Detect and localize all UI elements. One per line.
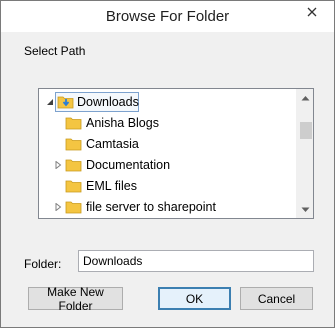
window-title: Browse For Folder <box>105 8 230 25</box>
tree-item-label: Documentation <box>86 158 171 172</box>
folder-icon <box>65 180 82 193</box>
folder-icon <box>65 138 82 151</box>
tree-item-label: Downloads <box>77 95 139 109</box>
select-path-label: Select Path <box>24 44 86 58</box>
close-button[interactable] <box>294 2 330 22</box>
tree-item-label: Anisha Blogs <box>86 116 159 130</box>
scroll-up-button[interactable] <box>297 89 313 106</box>
browse-folder-dialog: Browse For Folder Select Path Downloads <box>0 0 335 328</box>
folder-name-input[interactable] <box>78 250 314 272</box>
scroll-thumb[interactable] <box>300 122 312 139</box>
ok-button[interactable]: OK <box>158 287 231 310</box>
folder-icon <box>65 201 82 214</box>
folder-icon <box>65 159 82 172</box>
folder-icon <box>65 117 82 130</box>
chevron-up-icon <box>301 95 310 100</box>
tree-item-label: file server to sharepoint <box>86 200 216 214</box>
collapsed-arrow-icon[interactable] <box>53 160 63 170</box>
tree-item-label: EML files <box>86 179 137 193</box>
tree-item-downloads[interactable]: Downloads <box>39 92 297 112</box>
tree-item-camtasia[interactable]: Camtasia <box>39 134 297 154</box>
vertical-scrollbar[interactable] <box>296 89 313 218</box>
folder-tree[interactable]: Downloads Anisha Blogs Camtasia Document… <box>38 88 314 219</box>
folder-label: Folder: <box>24 257 62 271</box>
cancel-button[interactable]: Cancel <box>240 287 313 310</box>
title-bar[interactable]: Browse For Folder <box>1 1 334 32</box>
tree-item-eml-files[interactable]: EML files <box>39 176 297 196</box>
make-new-folder-button[interactable]: Make New Folder <box>28 285 123 313</box>
downloads-folder-icon <box>57 96 74 109</box>
tree-item-label: Camtasia <box>86 137 139 151</box>
collapsed-arrow-icon[interactable] <box>53 202 63 212</box>
tree-item-anisha-blogs[interactable]: Anisha Blogs <box>39 113 297 133</box>
chevron-down-icon <box>301 207 310 212</box>
tree-item-file-server-to-sharepoint[interactable]: file server to sharepoint <box>39 197 297 217</box>
tree-item-documentation[interactable]: Documentation <box>39 155 297 175</box>
expanded-arrow-icon[interactable] <box>45 97 55 107</box>
close-icon <box>307 7 317 17</box>
scroll-down-button[interactable] <box>297 201 313 218</box>
